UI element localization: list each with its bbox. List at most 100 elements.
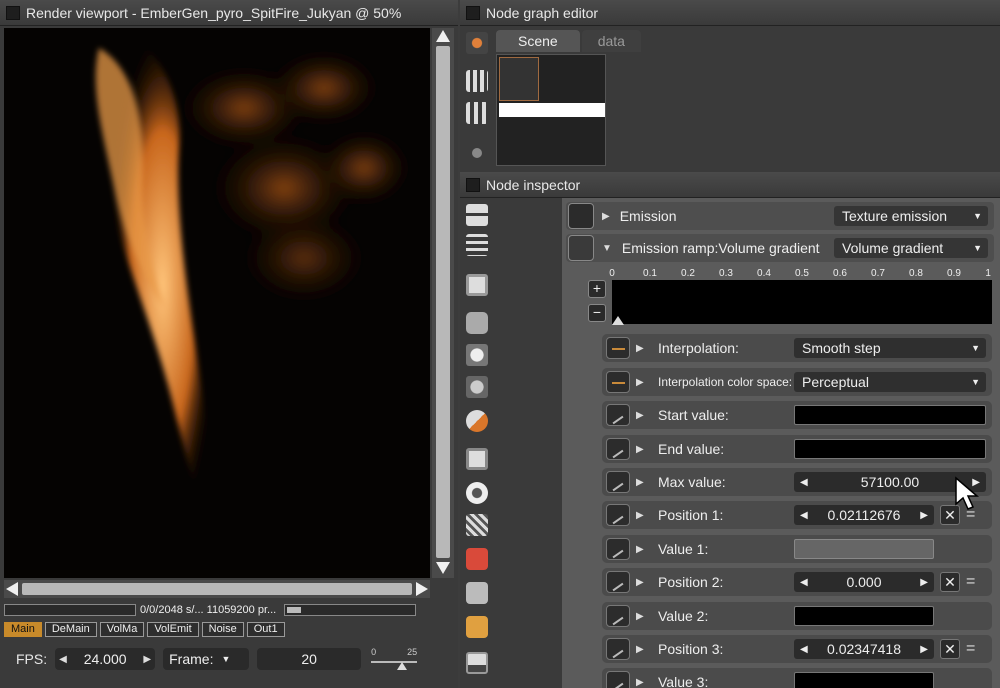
expand-caret-icon[interactable]: ▶ <box>636 343 644 354</box>
emission-ramp-section[interactable]: ▼ Emission ramp:Volume gradient Volume g… <box>566 234 994 262</box>
graph-node[interactable] <box>499 57 539 101</box>
decrement-arrow-icon[interactable]: ◀ <box>800 577 808 588</box>
curve-param-icon[interactable] <box>606 638 630 660</box>
curve-param-icon[interactable] <box>606 438 630 460</box>
zoom-fit-icon[interactable] <box>466 32 488 54</box>
expand-caret-icon[interactable]: ▶ <box>636 444 644 455</box>
add-stop-button[interactable]: + <box>588 280 606 298</box>
value-3-color-swatch[interactable] <box>794 672 934 688</box>
increment-arrow-icon[interactable]: ▶ <box>920 510 928 521</box>
picture-icon[interactable] <box>466 652 488 674</box>
render-canvas[interactable] <box>4 28 430 578</box>
expand-caret-icon[interactable]: ▶ <box>636 477 644 488</box>
arrange-nodes-icon[interactable] <box>466 70 488 92</box>
position-3-stepper[interactable]: ◀ 0.02347418 ▶ <box>794 639 934 659</box>
cylinders-icon[interactable] <box>466 376 488 398</box>
emission-type-select[interactable]: Texture emission ▼ <box>834 206 988 226</box>
pass-tab-main[interactable]: Main <box>4 622 42 637</box>
value-1-color-swatch[interactable] <box>794 539 934 559</box>
increment-arrow-icon[interactable]: ▶ <box>143 654 151 665</box>
tab-scene[interactable]: Scene <box>496 30 580 52</box>
slider-track[interactable] <box>371 661 418 663</box>
clock-icon[interactable] <box>466 482 488 504</box>
equals-icon[interactable]: = <box>966 573 975 591</box>
expand-caret-icon[interactable]: ▶ <box>636 510 644 521</box>
remove-stop-button[interactable]: − <box>588 304 606 322</box>
decrement-arrow-icon[interactable]: ◀ <box>800 510 808 521</box>
expand-caret-icon[interactable]: ▶ <box>636 577 644 588</box>
ramp-stop-marker[interactable] <box>612 316 624 325</box>
list-icon[interactable] <box>466 234 488 256</box>
viewport-horizontal-scrollbar[interactable] <box>4 580 430 598</box>
decrement-arrow-icon[interactable]: ◀ <box>800 477 808 488</box>
cylinder-icon[interactable] <box>466 344 488 366</box>
curve-param-icon[interactable] <box>606 671 630 688</box>
viewport-vertical-scrollbar[interactable] <box>432 28 454 578</box>
scroll-up-arrow-icon[interactable] <box>436 30 450 42</box>
end-value-color-swatch[interactable] <box>794 439 986 459</box>
panel-checkbox[interactable] <box>466 177 480 192</box>
curve-param-icon[interactable] <box>606 571 630 593</box>
expand-caret-icon[interactable]: ▶ <box>636 644 644 655</box>
node-graph-canvas[interactable] <box>496 54 606 166</box>
curve-param-icon[interactable] <box>606 504 630 526</box>
decrement-arrow-icon[interactable]: ◀ <box>59 654 67 665</box>
increment-arrow-icon[interactable]: ▶ <box>920 644 928 655</box>
interpolation-select[interactable]: Smooth step ▼ <box>794 338 986 358</box>
pass-tab-demain[interactable]: DeMain <box>44 622 97 637</box>
timeline-slider[interactable]: 0 25 <box>369 647 419 671</box>
orange-cube-icon[interactable] <box>466 616 488 638</box>
fps-stepper[interactable]: ◀ 24.000 ▶ <box>55 648 156 670</box>
ramp-type-select[interactable]: Volume gradient ▼ <box>834 238 988 258</box>
pass-tab-noise[interactable]: Noise <box>201 622 244 637</box>
remove-stop-2-button[interactable]: ✕ <box>940 572 960 592</box>
expand-caret-icon[interactable]: ▶ <box>636 377 644 388</box>
scroll-down-arrow-icon[interactable] <box>436 562 450 574</box>
collapse-caret-icon[interactable]: ▼ <box>602 243 612 254</box>
panel-checkbox[interactable] <box>466 5 480 20</box>
ramp-param-icon[interactable] <box>606 337 630 359</box>
frame-combo[interactable]: Frame: ▼ <box>163 648 250 670</box>
slider-knob[interactable] <box>397 662 408 670</box>
pass-tab-out1[interactable]: Out1 <box>246 622 285 637</box>
curve-param-icon[interactable] <box>606 538 630 560</box>
emission-section[interactable]: ▶ Emission Texture emission ▼ <box>566 202 994 230</box>
expand-caret-icon[interactable]: ▶ <box>636 410 644 421</box>
panel-checkbox[interactable] <box>6 5 20 20</box>
scroll-left-arrow-icon[interactable] <box>6 582 18 596</box>
decrement-arrow-icon[interactable]: ◀ <box>800 644 808 655</box>
layers-icon[interactable] <box>466 204 488 226</box>
red-cube-icon[interactable] <box>466 548 488 570</box>
transform-icon[interactable] <box>466 514 488 536</box>
position-2-stepper[interactable]: ◀ 0.000 ▶ <box>794 572 934 592</box>
value-2-color-swatch[interactable] <box>794 606 934 626</box>
image-icon[interactable] <box>466 274 488 296</box>
horizontal-scroll-thumb[interactable] <box>22 583 412 595</box>
equals-icon[interactable]: = <box>966 640 975 658</box>
remove-stop-3-button[interactable]: ✕ <box>940 639 960 659</box>
camera-icon[interactable] <box>466 312 488 334</box>
curve-param-icon[interactable] <box>606 404 630 426</box>
material-icon[interactable] <box>466 410 488 432</box>
interpolation-color-space-select[interactable]: Perceptual ▼ <box>794 372 986 392</box>
frame-icon[interactable] <box>466 448 488 470</box>
pass-tab-volma[interactable]: VolMa <box>99 622 145 637</box>
increment-arrow-icon[interactable]: ▶ <box>920 577 928 588</box>
scroll-right-arrow-icon[interactable] <box>416 582 428 596</box>
layout-nodes-icon[interactable] <box>466 102 488 124</box>
dot-icon[interactable] <box>472 148 482 158</box>
curve-param-icon[interactable] <box>606 605 630 627</box>
expand-caret-icon[interactable]: ▶ <box>636 544 644 555</box>
pass-tab-volemit[interactable]: VolEmit <box>147 622 199 637</box>
expand-caret-icon[interactable]: ▶ <box>636 611 644 622</box>
gray-cube-icon[interactable] <box>466 582 488 604</box>
vertical-scroll-thumb[interactable] <box>436 46 450 558</box>
expand-caret-icon[interactable]: ▶ <box>602 211 610 222</box>
expand-caret-icon[interactable]: ▶ <box>636 677 644 688</box>
ramp-gradient-bar[interactable] <box>612 280 992 324</box>
frame-input[interactable]: 20 <box>257 648 362 670</box>
curve-param-icon[interactable] <box>606 471 630 493</box>
start-value-color-swatch[interactable] <box>794 405 986 425</box>
ramp-param-icon[interactable] <box>606 371 630 393</box>
position-1-stepper[interactable]: ◀ 0.02112676 ▶ <box>794 505 934 525</box>
